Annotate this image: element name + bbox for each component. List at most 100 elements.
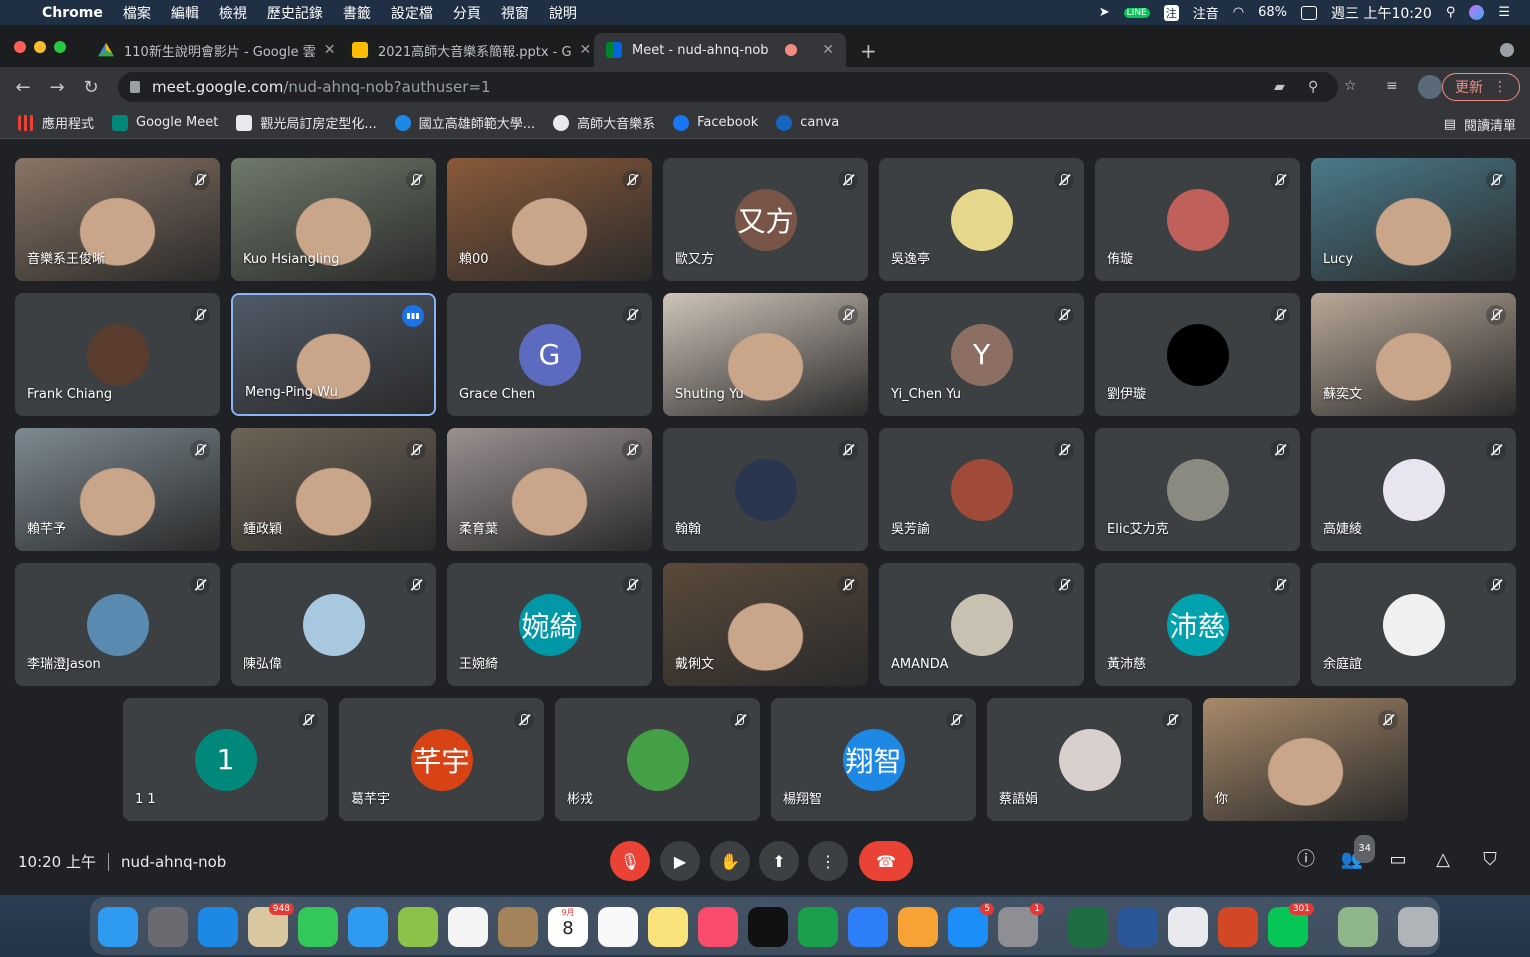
- calendar-icon[interactable]: 8 9月: [548, 907, 588, 947]
- participant-tile[interactable]: 劉伊璇: [1095, 293, 1300, 416]
- menu-bookmarks[interactable]: 書籤: [343, 3, 371, 23]
- safari-icon[interactable]: [198, 907, 238, 947]
- update-button[interactable]: 更新 ⋮: [1442, 73, 1520, 101]
- contacts-icon[interactable]: [498, 907, 538, 947]
- control-center-icon[interactable]: ☰: [1498, 5, 1510, 20]
- participant-tile[interactable]: 翔智 楊翔智: [771, 698, 976, 821]
- chrome-icon[interactable]: [1168, 907, 1208, 947]
- zoom-icon[interactable]: ⚲: [1308, 80, 1324, 94]
- trash-icon[interactable]: [1398, 907, 1438, 947]
- participant-tile[interactable]: 蔡語娟: [987, 698, 1192, 821]
- participant-tile[interactable]: AMANDA: [879, 563, 1084, 686]
- meeting-info-button[interactable]: ⓘ: [1293, 847, 1319, 873]
- participant-tile[interactable]: 蘇奕文: [1311, 293, 1516, 416]
- menu-profiles[interactable]: 設定檔: [391, 3, 433, 23]
- camera-icon[interactable]: ▰: [1274, 80, 1290, 94]
- close-tab-icon[interactable]: ✕: [814, 42, 834, 58]
- close-tab-icon[interactable]: ✕: [572, 42, 590, 58]
- location-icon[interactable]: ➤: [1099, 5, 1110, 20]
- participant-tile[interactable]: 婉綺 王婉綺: [447, 563, 652, 686]
- tab-drive[interactable]: 110新生說明會影片 - Google 雲 ✕: [86, 33, 336, 67]
- participant-tile[interactable]: 李瑞澄Jason: [15, 563, 220, 686]
- participant-tile[interactable]: 高婕綾: [1311, 428, 1516, 551]
- present-button[interactable]: ⬆: [759, 841, 799, 881]
- tab-slides[interactable]: 2021高師大音樂系簡報.pptx - G ✕: [340, 33, 590, 67]
- reminders-icon[interactable]: [598, 907, 638, 947]
- participant-tile[interactable]: Kuo Hsiangling: [231, 158, 436, 281]
- spotlight-icon[interactable]: ⚲: [1446, 5, 1456, 20]
- siri-icon[interactable]: [1469, 5, 1485, 20]
- menu-file[interactable]: 檔案: [123, 3, 151, 23]
- tab-meet[interactable]: Meet - nud-ahnq-nob ✕: [594, 33, 846, 67]
- close-window-button[interactable]: [14, 41, 26, 53]
- reload-icon[interactable]: ↻: [74, 77, 108, 98]
- host-controls-button[interactable]: ⛉: [1477, 847, 1503, 873]
- photos-icon[interactable]: [448, 907, 488, 947]
- forward-arrow-icon[interactable]: →: [40, 77, 74, 98]
- numbers-icon[interactable]: [798, 907, 838, 947]
- participant-tile[interactable]: Frank Chiang: [15, 293, 220, 416]
- camera-button[interactable]: ▶: [660, 841, 700, 881]
- finder-icon[interactable]: [98, 907, 138, 947]
- bookmark-tourism[interactable]: 觀光局訂房定型化...: [236, 113, 377, 132]
- wifi-icon[interactable]: ◠: [1233, 5, 1244, 20]
- participant-tile[interactable]: 吳逸亭: [879, 158, 1084, 281]
- participant-tile[interactable]: 侑璇: [1095, 158, 1300, 281]
- bookmark-star-icon[interactable]: ☆: [1344, 79, 1360, 93]
- powerpoint-icon[interactable]: [1218, 907, 1258, 947]
- mic-off-button[interactable]: 🎙: [610, 841, 650, 881]
- battery-icon[interactable]: [1301, 5, 1318, 20]
- chat-button[interactable]: ▭: [1385, 847, 1411, 873]
- participant-tile[interactable]: 賴芊予: [15, 428, 220, 551]
- participant-tile[interactable]: 余庭誼: [1311, 563, 1516, 686]
- meeting-code[interactable]: nud-ahnq-nob: [121, 853, 226, 871]
- facetime-icon[interactable]: [298, 907, 338, 947]
- participant-tile[interactable]: Meng-Ping Wu: [231, 293, 436, 416]
- participant-tile[interactable]: Shuting Yu: [663, 293, 868, 416]
- maps-icon[interactable]: [398, 907, 438, 947]
- participant-tile[interactable]: 吳芳諭: [879, 428, 1084, 551]
- app-menu-chrome[interactable]: Chrome: [42, 5, 103, 21]
- menu-history[interactable]: 歷史記錄: [267, 3, 323, 23]
- bookmark-google-meet[interactable]: Google Meet: [112, 114, 218, 131]
- notes-icon[interactable]: [648, 907, 688, 947]
- participant-tile[interactable]: 翰翰: [663, 428, 868, 551]
- participant-tile[interactable]: 戴俐文: [663, 563, 868, 686]
- participant-tile[interactable]: 1 1 1: [123, 698, 328, 821]
- menu-edit[interactable]: 編輯: [171, 3, 199, 23]
- back-arrow-icon[interactable]: ←: [6, 77, 40, 98]
- participant-tile[interactable]: 賴00: [447, 158, 652, 281]
- participant-tile[interactable]: 音樂系王俊晰: [15, 158, 220, 281]
- tab-search-icon[interactable]: [1500, 43, 1514, 57]
- menu-tab[interactable]: 分頁: [453, 3, 481, 23]
- participant-tile[interactable]: 彬戎: [555, 698, 760, 821]
- menu-window[interactable]: 視窗: [501, 3, 529, 23]
- participant-tile[interactable]: G Grace Chen: [447, 293, 652, 416]
- pages-icon[interactable]: [898, 907, 938, 947]
- bookmark-canva[interactable]: canva: [776, 114, 839, 131]
- participant-tile[interactable]: 陳弘偉: [231, 563, 436, 686]
- excel-icon[interactable]: [1068, 907, 1108, 947]
- bookmark-apps[interactable]: 應用程式: [18, 113, 94, 132]
- people-button[interactable]: 👥 34: [1339, 835, 1375, 873]
- participant-tile[interactable]: Elic艾力克: [1095, 428, 1300, 551]
- menu-help[interactable]: 說明: [549, 3, 577, 23]
- word-icon[interactable]: [1118, 907, 1158, 947]
- participant-tile[interactable]: 你: [1203, 698, 1408, 821]
- raise-hand-button[interactable]: ✋: [710, 841, 750, 881]
- profile-avatar[interactable]: [1418, 75, 1442, 99]
- menu-view[interactable]: 檢視: [219, 3, 247, 23]
- bookmark-music-dept[interactable]: 高師大音樂系: [553, 113, 655, 132]
- music-icon[interactable]: [698, 907, 738, 947]
- preview-icon[interactable]: [1338, 907, 1378, 947]
- participant-tile[interactable]: 又方 歐又方: [663, 158, 868, 281]
- bookmark-facebook[interactable]: Facebook: [673, 114, 758, 131]
- more-options-button[interactable]: ⋮: [808, 841, 848, 881]
- keynote-icon[interactable]: [848, 907, 888, 947]
- participant-tile[interactable]: Lucy: [1311, 158, 1516, 281]
- new-tab-button[interactable]: +: [860, 39, 877, 63]
- menubar-clock[interactable]: 週三 上午10:20: [1331, 3, 1432, 23]
- launchpad-icon[interactable]: [148, 907, 188, 947]
- mail-icon[interactable]: 948: [248, 903, 294, 947]
- address-bar[interactable]: meet.google.com/nud-ahnq-nob?authuser=1 …: [118, 72, 1338, 102]
